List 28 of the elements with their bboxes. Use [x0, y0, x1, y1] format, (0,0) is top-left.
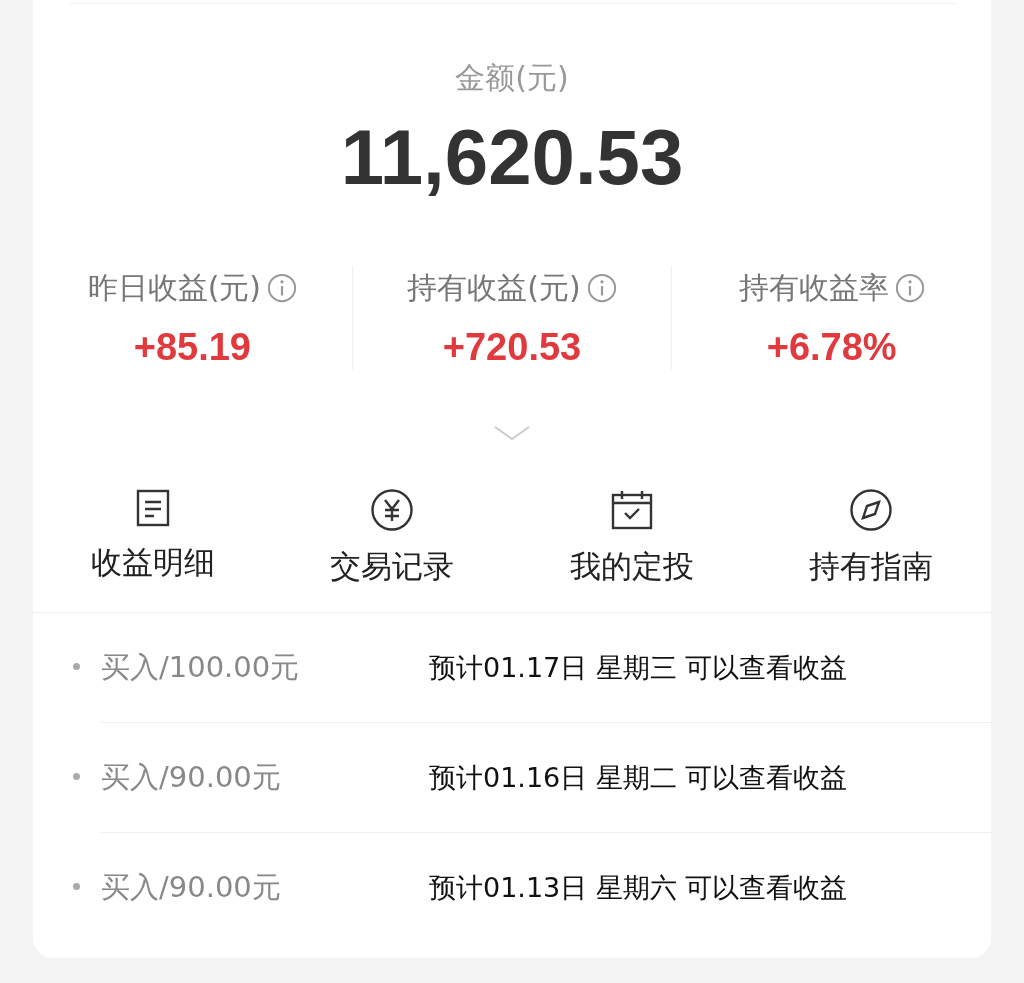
info-icon[interactable]: [586, 273, 617, 303]
transaction-title: 买入/90.00元: [101, 868, 282, 906]
stat-label: 昨日收益(元): [87, 269, 262, 307]
shortcut-button[interactable]: 收益明细: [33, 488, 273, 612]
compass-icon: [849, 488, 894, 532]
shortcut-button[interactable]: 交易记录: [272, 488, 512, 612]
stat-value: +85.19: [133, 325, 251, 370]
yuan-icon: [370, 488, 415, 532]
transaction-note: 预计01.17日 星期三 可以查看收益: [429, 650, 848, 685]
stat-label: 持有收益率: [738, 269, 889, 307]
shortcut-button[interactable]: 持有指南: [751, 488, 991, 612]
transaction-note: 预计01.13日 星期六 可以查看收益: [429, 870, 848, 905]
shortcut-button[interactable]: 我的定投: [512, 488, 752, 612]
transaction-title: 买入/90.00元: [101, 758, 282, 796]
calendar-icon: [609, 488, 654, 532]
bullet-icon: [73, 663, 80, 670]
info-icon[interactable]: [894, 273, 925, 303]
amount-value: 11,620.53: [340, 112, 684, 202]
chevron-down-icon[interactable]: [494, 426, 530, 440]
info-icon[interactable]: [267, 273, 298, 303]
bullet-icon: [73, 773, 80, 780]
bullet-icon: [73, 883, 80, 890]
amount-label: 金额(元): [455, 59, 569, 97]
transaction-note: 预计01.16日 星期二 可以查看收益: [429, 760, 848, 795]
transaction-title: 买入/100.00元: [101, 648, 301, 686]
stat-label: 持有收益(元): [407, 269, 581, 307]
stat-value: +720.53: [442, 325, 582, 370]
stat-value: +6.78%: [766, 325, 897, 370]
